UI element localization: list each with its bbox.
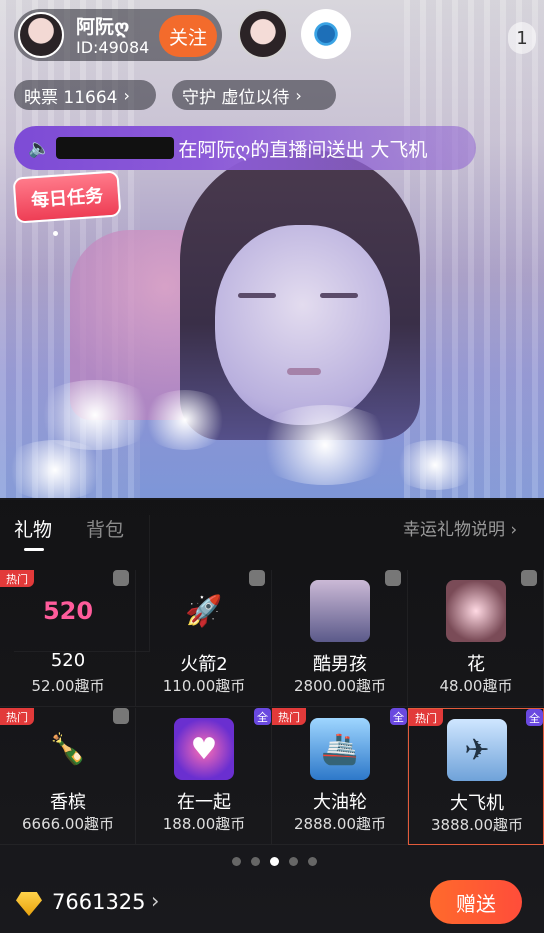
gift-name: 大油轮 xyxy=(313,792,367,813)
gift-broadcast-banner: 🔈 在阿阮ღ的直播间送出 大飞机 xyxy=(14,126,476,170)
gift-price: 2800.00趣币 xyxy=(293,677,387,695)
live-stream-video[interactable] xyxy=(0,0,544,500)
cool-boy-icon xyxy=(310,580,370,642)
chevron-right-icon: › xyxy=(295,85,302,105)
chevron-right-icon: › xyxy=(123,85,130,105)
gift-item[interactable]: 花 48.00趣币 xyxy=(408,570,544,707)
anchor-id: ID:49084 xyxy=(76,38,150,57)
hot-tag: 热门 xyxy=(0,570,34,587)
520-hearts-icon: 520 xyxy=(42,597,94,625)
page-indicator-dot xyxy=(53,231,58,236)
cloud-effect xyxy=(0,440,110,500)
streamer-face xyxy=(215,225,390,425)
gift-item[interactable]: 🍾 香槟 6666.00趣币 热门 xyxy=(0,708,136,845)
guard-label: 守护 虚位以待 xyxy=(182,87,290,108)
gift-corner-icon xyxy=(113,570,129,586)
lucky-gift-info-link[interactable]: 幸运礼物说明 › xyxy=(403,515,517,540)
tickets-label: 映票 11664 xyxy=(24,87,118,108)
all-platform-badge: 全 xyxy=(526,709,543,726)
viewer-count[interactable]: 1 xyxy=(508,22,536,54)
streamer-eye-right xyxy=(320,293,358,298)
gift-item[interactable]: 520 520 52.00趣币 热门 xyxy=(0,570,136,707)
gift-price: 110.00趣币 xyxy=(162,677,246,695)
anchor-name: 阿阮ღ xyxy=(76,16,130,38)
cloud-effect xyxy=(250,405,400,485)
gift-price: 3888.00趣币 xyxy=(430,816,524,834)
gift-corner-icon xyxy=(385,570,401,586)
gift-name: 520 xyxy=(50,650,86,671)
rocket-icon: 🚀 xyxy=(185,593,223,629)
gift-price: 188.00趣币 xyxy=(162,815,246,833)
viewer-avatar[interactable] xyxy=(238,9,288,59)
viewer-avatar[interactable] xyxy=(301,9,351,59)
hot-tag: 热门 xyxy=(0,708,34,725)
pager-dot[interactable] xyxy=(251,857,260,866)
gift-name: 酷男孩 xyxy=(313,654,367,675)
cruise-ship-icon: 🚢 xyxy=(310,718,370,780)
pager-dot[interactable] xyxy=(232,857,241,866)
chevron-right-icon[interactable]: › xyxy=(151,889,159,913)
gift-corner-icon xyxy=(521,570,537,586)
gift-price: 6666.00趣币 xyxy=(21,815,115,833)
cloud-effect xyxy=(390,440,480,490)
gift-corner-icon xyxy=(249,570,265,586)
chevron-right-icon: › xyxy=(510,520,518,540)
pager-dot[interactable] xyxy=(270,857,279,866)
streamer-mouth xyxy=(287,368,321,375)
gift-name: 大飞机 xyxy=(450,793,504,814)
gift-item[interactable]: 🚢 大油轮 2888.00趣币 热门 全 xyxy=(272,708,408,845)
gift-item[interactable]: ♥ 在一起 188.00趣币 全 xyxy=(136,708,272,845)
gift-price: 2888.00趣币 xyxy=(293,815,387,833)
guard-pill[interactable]: 守护 虚位以待 › xyxy=(172,80,336,110)
pager-dot[interactable] xyxy=(289,857,298,866)
gift-item[interactable]: 酷男孩 2800.00趣币 xyxy=(272,570,408,707)
hot-tag: 热门 xyxy=(272,708,306,725)
send-gift-button[interactable]: 赠送 xyxy=(430,880,522,924)
gift-pager xyxy=(232,857,317,866)
follow-button[interactable]: 关注 xyxy=(159,15,217,57)
gift-grid: 520 520 52.00趣币 热门 🚀 火箭2 110.00趣币 酷男孩 2800.00趣币花… xyxy=(0,570,544,846)
pager-dot[interactable] xyxy=(308,857,317,866)
speaker-icon: 🔈 xyxy=(28,137,51,159)
gift-item[interactable]: ✈ 大飞机 3888.00趣币 热门 全 xyxy=(408,708,544,845)
anchor-avatar[interactable] xyxy=(18,12,64,58)
all-platform-badge: 全 xyxy=(254,708,271,725)
champagne-icon: 🍾 xyxy=(49,731,87,767)
flower-firework-icon xyxy=(446,580,506,642)
gift-name: 香槟 xyxy=(50,792,86,813)
coin-balance[interactable]: 7661325 xyxy=(52,890,146,914)
curtain-right xyxy=(404,0,544,500)
broadcast-text: 在阿阮ღ的直播间送出 大飞机 xyxy=(178,138,428,161)
cloud-effect xyxy=(140,390,230,450)
streamer-eye-left xyxy=(238,293,276,298)
tickets-pill[interactable]: 映票 11664 › xyxy=(14,80,156,110)
gift-name: 在一起 xyxy=(177,792,231,813)
gift-name: 花 xyxy=(467,654,485,675)
gift-name: 火箭2 xyxy=(180,654,228,675)
hot-tag: 热门 xyxy=(409,709,443,726)
gift-corner-icon xyxy=(113,708,129,724)
gift-price: 48.00趣币 xyxy=(439,677,513,695)
gift-price: 52.00趣币 xyxy=(31,677,105,695)
lucky-gift-info-label: 幸运礼物说明 xyxy=(403,520,505,540)
all-platform-badge: 全 xyxy=(390,708,407,725)
redacted-username xyxy=(56,137,175,159)
hearts-together-icon: ♥ xyxy=(174,718,234,780)
tab-bag[interactable]: 背包 xyxy=(86,515,124,542)
gift-item[interactable]: 🚀 火箭2 110.00趣币 xyxy=(136,570,272,707)
tab-underline xyxy=(24,548,44,551)
airplane-icon: ✈ xyxy=(447,719,507,781)
daily-task-badge[interactable]: 每日任务 xyxy=(12,170,122,224)
